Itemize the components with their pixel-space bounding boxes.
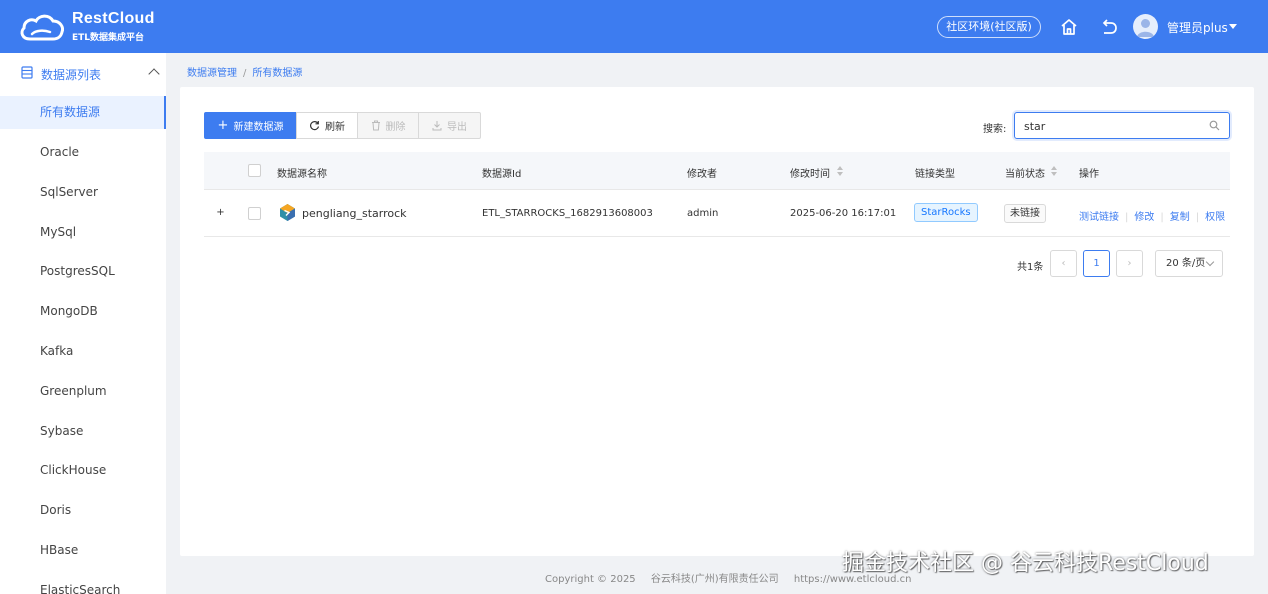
column-header-name: 数据源名称	[277, 169, 327, 180]
search-label: 搜索:	[983, 124, 1007, 135]
avatar[interactable]	[1133, 14, 1158, 39]
page-size-value: 20 条/页	[1166, 258, 1206, 269]
sidebar-item-oracle[interactable]: Oracle	[0, 136, 166, 169]
delete-button[interactable]: 删除	[357, 112, 419, 139]
column-header-id: 数据源Id	[482, 169, 522, 180]
cloud-logo-icon	[20, 14, 64, 41]
column-header-status[interactable]: 当前状态	[1005, 165, 1045, 180]
footer-copyright: Copyright © 2025	[545, 574, 636, 585]
download-icon	[432, 121, 442, 131]
sidebar-item-hbase[interactable]: HBase	[0, 534, 166, 567]
prev-page-button[interactable]: ‹	[1050, 250, 1077, 277]
page-size-select[interactable]: 20 条/页	[1155, 250, 1223, 277]
sidebar-item-greenplum[interactable]: Greenplum	[0, 375, 166, 408]
export-label: 导出	[447, 122, 467, 133]
action-divider: |	[1195, 212, 1200, 223]
breadcrumb-current: 所有数据源	[252, 68, 303, 79]
user-menu[interactable]: 管理员plus	[1167, 19, 1228, 36]
edit-action[interactable]: 修改	[1134, 212, 1154, 223]
select-all-checkbox[interactable]	[248, 164, 261, 177]
logo-title: RestCloud	[72, 10, 155, 27]
new-datasource-label: 新建数据源	[233, 122, 284, 133]
starrocks-icon	[280, 204, 295, 221]
content-card: + 新建数据源 刷新 删除 导出 搜索: star 数据源名称 数据源Id 修改…	[180, 87, 1254, 556]
search-input[interactable]	[1024, 118, 1204, 134]
database-icon	[21, 66, 33, 79]
logo-subtitle: ETL数据集成平台	[72, 33, 145, 43]
delete-label: 删除	[385, 122, 406, 133]
refresh-label: 刷新	[325, 122, 345, 133]
environment-button[interactable]: 社区环境(社区版)	[937, 16, 1041, 38]
sidebar-item-doris[interactable]: Doris	[0, 494, 166, 527]
sidebar-item-kafka[interactable]: Kafka	[0, 335, 166, 368]
sidebar-item-sybase[interactable]: Sybase	[0, 415, 166, 448]
new-datasource-button[interactable]: + 新建数据源	[204, 112, 297, 139]
datasource-name[interactable]: pengliang_starrock	[302, 207, 407, 220]
next-page-button[interactable]: ›	[1116, 250, 1143, 277]
search-icon[interactable]	[1209, 120, 1220, 131]
sidebar-item-elasticsearch[interactable]: ElasticSearch	[0, 574, 166, 594]
modifier: admin	[687, 208, 719, 219]
back-icon[interactable]	[1099, 17, 1119, 37]
caret-down-icon[interactable]	[1229, 24, 1237, 29]
page-number-button[interactable]: 1	[1083, 250, 1110, 277]
column-header-modifier: 修改者	[687, 169, 717, 180]
refresh-icon	[310, 121, 320, 131]
chevron-left-icon: ‹	[1061, 258, 1066, 269]
row-checkbox[interactable]	[248, 207, 261, 220]
sidebar-item-all-sources[interactable]: 所有数据源	[0, 96, 166, 129]
sidebar-item-mysql[interactable]: MySql	[0, 216, 166, 249]
action-divider: |	[1160, 212, 1164, 223]
search-field[interactable]	[1014, 112, 1230, 139]
sidebar-item-clickhouse[interactable]: ClickHouse	[0, 454, 166, 487]
breadcrumb-separator: /	[243, 68, 247, 79]
chevron-up-icon[interactable]	[148, 68, 160, 80]
modified-time: 2025-06-20 16:17:01	[790, 208, 897, 219]
permission-action[interactable]: 权限	[1205, 212, 1225, 223]
column-header-modified-time[interactable]: 修改时间	[790, 165, 830, 180]
column-header-actions: 操作	[1079, 169, 1099, 180]
test-link-action[interactable]: 测试链接	[1079, 212, 1119, 223]
plus-icon: +	[217, 118, 229, 133]
footer-company: 谷云科技(广州)有限责任公司	[650, 574, 779, 585]
table-header: 数据源名称 数据源Id 修改者 修改时间 链接类型 当前状态 操作	[204, 152, 1230, 190]
export-button[interactable]: 导出	[418, 112, 481, 139]
datasource-id: ETL_STARROCKS_1682913608003	[482, 208, 653, 219]
copy-action[interactable]: 复制	[1170, 212, 1190, 223]
chevron-right-icon: ›	[1127, 258, 1132, 269]
sidebar-section-header[interactable]: 数据源列表	[0, 53, 166, 93]
sidebar-section-label: 数据源列表	[41, 68, 102, 82]
breadcrumb: 数据源管理 / 所有数据源	[187, 64, 302, 79]
logo[interactable]: RestCloud ETL数据集成平台	[18, 10, 168, 44]
row-actions: 测试链接 | 修改 | 复制 | 权限	[1079, 208, 1225, 223]
home-icon[interactable]	[1059, 17, 1079, 37]
sidebar-item-mongodb[interactable]: MongoDB	[0, 295, 166, 328]
toolbar: + 新建数据源 刷新 删除 导出	[204, 112, 481, 139]
status-badge: 未链接	[1004, 204, 1046, 223]
chevron-down-icon	[1205, 257, 1215, 267]
user-avatar-icon	[1137, 19, 1154, 37]
action-divider: |	[1125, 212, 1129, 223]
sidebar-item-sqlserver[interactable]: SqlServer	[0, 176, 166, 209]
trash-icon	[371, 120, 380, 131]
sidebar-item-postgressql[interactable]: PostgresSQL	[0, 255, 166, 288]
sort-icon[interactable]	[837, 166, 845, 178]
sort-icon[interactable]	[1051, 166, 1059, 178]
refresh-button[interactable]: 刷新	[296, 112, 358, 139]
watermark: 掘金技术社区 @ 谷云科技RestCloud	[842, 551, 1209, 576]
table-row: + pengliang_starrock ETL_STARROCKS_16829…	[204, 190, 1230, 237]
expand-row-icon[interactable]: +	[214, 207, 227, 220]
top-header: RestCloud ETL数据集成平台 社区环境(社区版) 管理员plus	[0, 0, 1268, 53]
column-header-link-type: 链接类型	[915, 169, 955, 180]
pagination-total: 共1条	[1017, 262, 1044, 273]
sidebar: 数据源列表 所有数据源 Oracle SqlServer MySql Postg…	[0, 53, 166, 594]
breadcrumb-parent[interactable]: 数据源管理	[187, 68, 237, 79]
link-type-tag: StarRocks	[914, 203, 978, 222]
